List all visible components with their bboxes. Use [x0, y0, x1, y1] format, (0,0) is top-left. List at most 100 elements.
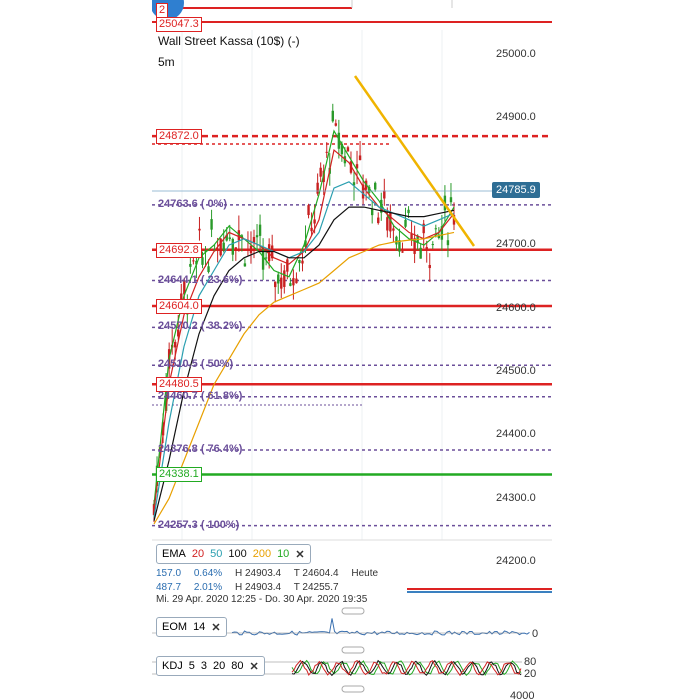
candle-body-97: [446, 240, 450, 246]
candle-body-90: [425, 247, 428, 250]
candle-body-85: [410, 233, 413, 240]
close-eom-icon[interactable]: ✕: [211, 621, 220, 634]
top-partial-label: 2: [156, 3, 169, 18]
chart-frame: 2 25047.3 Wall Street Kassa (10$) (-) 5m…: [152, 0, 552, 700]
kdj-legend[interactable]: KDJ 5 3 20 80 ✕: [156, 656, 265, 676]
eom-name: EOM: [162, 621, 188, 633]
ema-100-label: 100: [228, 548, 247, 560]
timeframe-label: 5m: [158, 55, 175, 69]
candle-body-45: [289, 283, 292, 286]
y-tick-2: 24700.0: [496, 238, 536, 251]
level-label-3: 24644.1 ( 23.6%): [158, 273, 243, 286]
stat-change: 157.0: [156, 568, 182, 579]
candle-body-76: [383, 190, 386, 199]
y-tick-6: 24300.0: [496, 491, 536, 504]
candle-body-72: [370, 209, 374, 216]
pane-handle-1: [341, 646, 365, 654]
candle-body-12: [189, 263, 192, 267]
candle-body-35: [258, 224, 262, 236]
candle-body-84: [407, 209, 410, 214]
candle-body-15: [198, 228, 201, 231]
candle-body-26: [231, 238, 234, 255]
candle-body-53: [313, 219, 316, 224]
close-kdj-icon[interactable]: ✕: [250, 660, 259, 673]
candle-body-77: [386, 217, 389, 231]
level-label-6: 24510.5 ( 50%): [158, 358, 234, 371]
pane-handle-2: [341, 685, 365, 693]
kdj-upper-label: 80: [524, 656, 537, 668]
y-tick-4: 24500.0: [496, 364, 536, 377]
candle-body-74: [377, 217, 380, 224]
candle-body-33: [252, 236, 256, 243]
ema-10-label: 10: [277, 548, 290, 560]
candle-body-59: [331, 110, 334, 122]
candle-body-16: [201, 257, 204, 265]
candle-body-19: [210, 219, 213, 230]
instrument-title: Wall Street Kassa (10$) (-): [158, 34, 300, 48]
top-level-label: 25047.3: [156, 17, 202, 32]
candle-body-55: [319, 167, 322, 177]
level-label-8: 24460.7 ( 61.8%): [158, 389, 243, 402]
candle-body-51: [307, 205, 310, 216]
y-tick-3: 24600.0: [496, 301, 536, 314]
level-label-11: 24257.3 ( 100%): [158, 518, 240, 531]
candle-body-41: [277, 274, 280, 284]
candle-body-80: [395, 236, 398, 245]
candle-body-88: [419, 247, 422, 259]
candle-body-40: [274, 281, 277, 288]
candle-body-18: [207, 266, 210, 273]
eom-period: 14: [193, 621, 206, 633]
candle-body-13: [192, 260, 195, 262]
stat-change-pct: 0.64%: [193, 568, 223, 579]
kdj-param-3: 20: [213, 660, 226, 672]
kdj-lower-label: 20: [524, 668, 537, 680]
candle-body-42: [280, 277, 283, 289]
close-ema-icon[interactable]: ✕: [295, 548, 304, 561]
candle-body-48: [298, 260, 301, 264]
ema-200-label: 200: [252, 548, 272, 560]
candle-body-91: [428, 264, 431, 269]
candle-body-92: [431, 244, 434, 246]
kdj-param-2: 3: [200, 660, 208, 672]
candle-body-32: [249, 245, 253, 254]
candle-body-34: [255, 235, 259, 238]
candle-body-68: [358, 155, 362, 161]
candle-body-64: [346, 147, 350, 152]
stat-change-pct-2: 2.01%: [193, 582, 223, 593]
candle-body-27: [234, 247, 238, 249]
eom-legend[interactable]: EOM 14 ✕: [156, 617, 227, 637]
candle-body-25: [228, 237, 231, 240]
y-tick-1: 24900.0: [496, 111, 536, 124]
stat-change-2: 487.7: [156, 582, 182, 593]
candle-body-7: [174, 341, 177, 348]
level-label-10: 24338.1: [156, 467, 202, 483]
eom-line: [231, 618, 530, 636]
candle-body-93: [434, 228, 438, 230]
candle-body-98: [449, 197, 453, 203]
stats-row-1: 157.0 0.64% H 24903.4 T 24604.4 Heute: [156, 568, 388, 579]
ema-legend[interactable]: EMA 20 50 100 200 10 ✕: [156, 544, 311, 564]
candle-body-73: [374, 182, 377, 190]
level-label-4: 24604.0: [156, 298, 202, 314]
level-label-5: 24570.2 ( 38.2%): [158, 320, 243, 333]
candle-body-82: [401, 251, 404, 253]
candle-body-46: [292, 278, 295, 286]
stat-period: Heute: [351, 568, 379, 579]
candle-body-79: [392, 228, 395, 231]
eom-zero-label: 0: [532, 628, 539, 640]
level-label-2: 24692.8: [156, 242, 202, 258]
candle-body-43: [283, 270, 286, 287]
candle-body-47: [295, 278, 298, 284]
candle-body-57: [325, 151, 328, 153]
candle-body-44: [286, 259, 289, 272]
candle-body-83: [404, 219, 407, 227]
stat-low: T 24604.4: [293, 568, 339, 579]
y-tick-0: 25000.0: [496, 48, 536, 60]
candle-body-49: [301, 260, 304, 264]
candle-body-37: [264, 257, 268, 259]
current-price-badge: 24785.9: [492, 182, 540, 198]
kdj-param-1: 5: [188, 660, 195, 672]
pane-handle-0: [341, 607, 365, 615]
candle-body-52: [310, 227, 313, 232]
stat-low-2: T 24255.7: [293, 582, 339, 593]
